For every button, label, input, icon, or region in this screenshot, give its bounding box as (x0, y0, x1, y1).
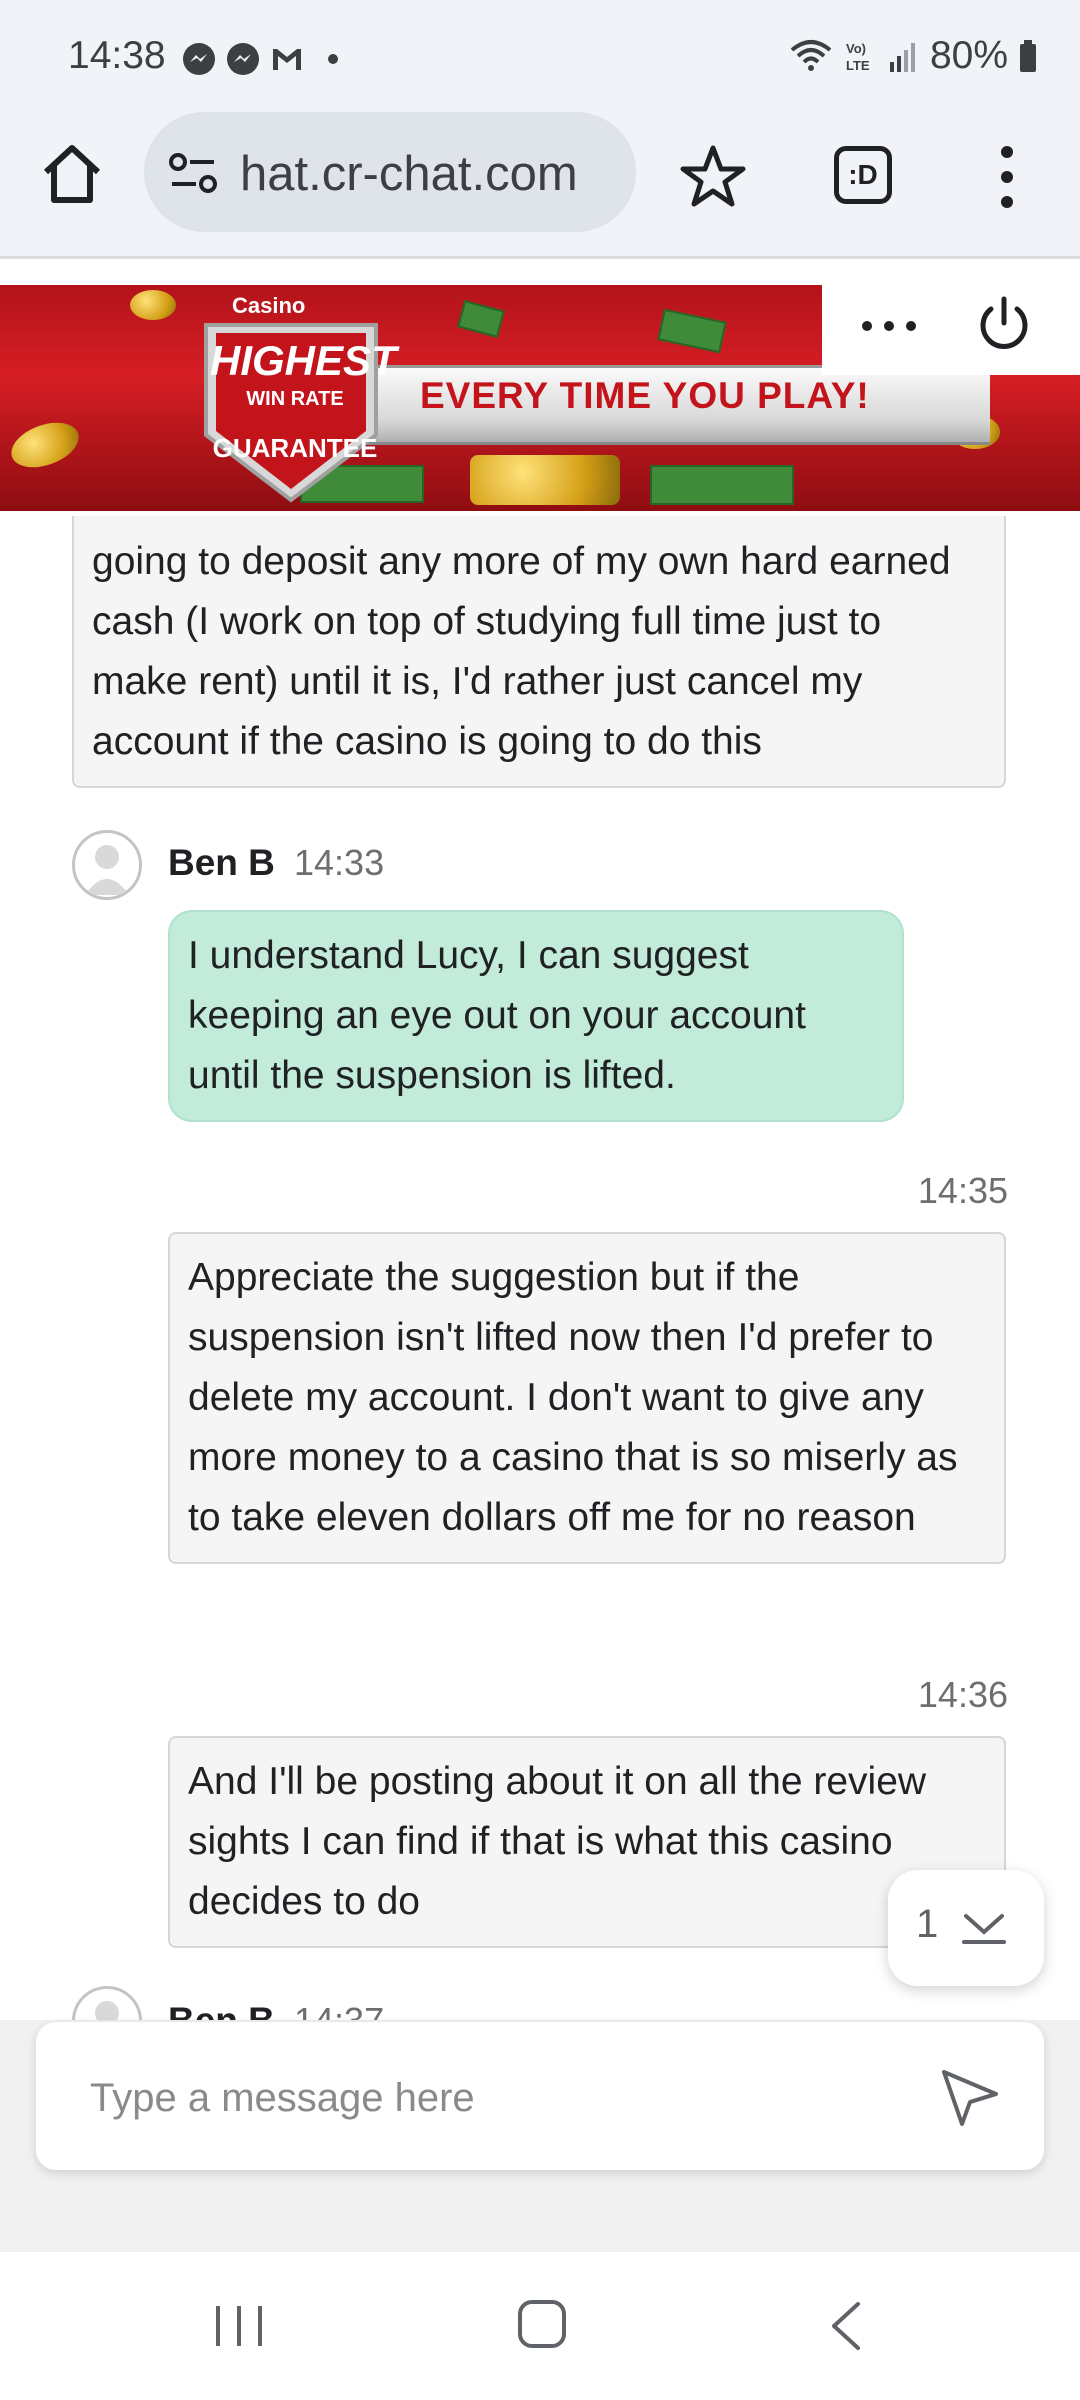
gold-coin-decoration (130, 290, 176, 320)
badge-guarantee: GUARANTEE (212, 433, 378, 463)
message-composer (36, 2022, 1044, 2170)
agent-name: Ben B (168, 842, 275, 883)
gold-bars-decoration (470, 455, 620, 505)
browser-menu-icon[interactable] (990, 140, 1024, 214)
user-message-bubble: And I'll be posting about it on all the … (168, 1736, 1006, 1948)
more-notifications-dot (328, 54, 338, 64)
wifi-icon (790, 40, 832, 71)
battery-percent: 80% (929, 34, 1008, 77)
status-bar: 14:38 Vo) LTE 80% (0, 0, 1080, 110)
send-icon[interactable] (938, 2064, 1002, 2128)
home-nav-icon[interactable] (516, 2298, 568, 2350)
user-silhouette-icon (95, 2001, 119, 2020)
agent-avatar (72, 830, 142, 900)
banner-slogan: EVERY TIME YOU PLAY! (420, 375, 870, 416)
bookmark-star-icon[interactable] (676, 140, 750, 214)
tab-switcher-button[interactable]: :D (834, 146, 892, 204)
site-settings-icon[interactable] (168, 150, 218, 196)
badge-win-rate: WIN RATE (246, 388, 344, 410)
agent-message-time: 14:33 (294, 842, 385, 883)
cash-decoration (650, 465, 794, 505)
home-icon[interactable] (36, 138, 108, 210)
url-text: hat.cr-chat.com (240, 147, 578, 201)
svg-text:Vo): Vo) (846, 41, 866, 56)
message-time: 14:36 (917, 1674, 1008, 1715)
chat-controls (822, 285, 1080, 375)
agent-message-time: 14:37 (294, 2000, 384, 2020)
agent-name: Ben B (168, 2000, 275, 2020)
badge-highest: HIGHEST (210, 337, 397, 384)
volte-icon: Vo) LTE (846, 41, 870, 73)
notification-icons (182, 42, 338, 76)
user-silhouette-icon (85, 845, 129, 895)
gmail-icon (273, 49, 301, 70)
clock: 14:38 (68, 34, 166, 77)
agent-message-bubble: I understand Lucy, I can suggest keeping… (168, 910, 904, 1122)
signal-icon (889, 43, 915, 72)
user-message-bubble: Appreciate the suggestion but if the sus… (168, 1232, 1006, 1564)
messenger-icon (183, 43, 215, 75)
more-options-icon[interactable] (858, 311, 920, 341)
power-end-chat-icon[interactable] (972, 293, 1036, 357)
new-message-count: 1 (916, 1902, 939, 1946)
battery-icon (1020, 40, 1036, 72)
user-message-bubble: going to deposit any more of my own hard… (72, 516, 1006, 788)
casino-rewards-logo: Casino (232, 293, 306, 318)
messenger-icon (227, 43, 259, 75)
system-navigation-bar (0, 2252, 1080, 2400)
browser-toolbar: hat.cr-chat.com :D (0, 110, 1080, 259)
chevron-down-icon (962, 1914, 1006, 1944)
address-bar[interactable]: hat.cr-chat.com (144, 112, 636, 232)
message-time: 14:35 (917, 1170, 1008, 1211)
recent-apps-icon[interactable] (212, 2300, 266, 2352)
scroll-to-new-messages-button[interactable]: 1 (888, 1870, 1044, 1986)
message-input[interactable] (88, 2062, 912, 2134)
agent-avatar (72, 1986, 142, 2020)
system-icons: Vo) LTE 80% (788, 34, 1038, 78)
chat-transcript[interactable]: going to deposit any more of my own hard… (0, 516, 1080, 2020)
svg-text:LTE: LTE (846, 58, 870, 73)
back-icon[interactable] (826, 2298, 866, 2354)
